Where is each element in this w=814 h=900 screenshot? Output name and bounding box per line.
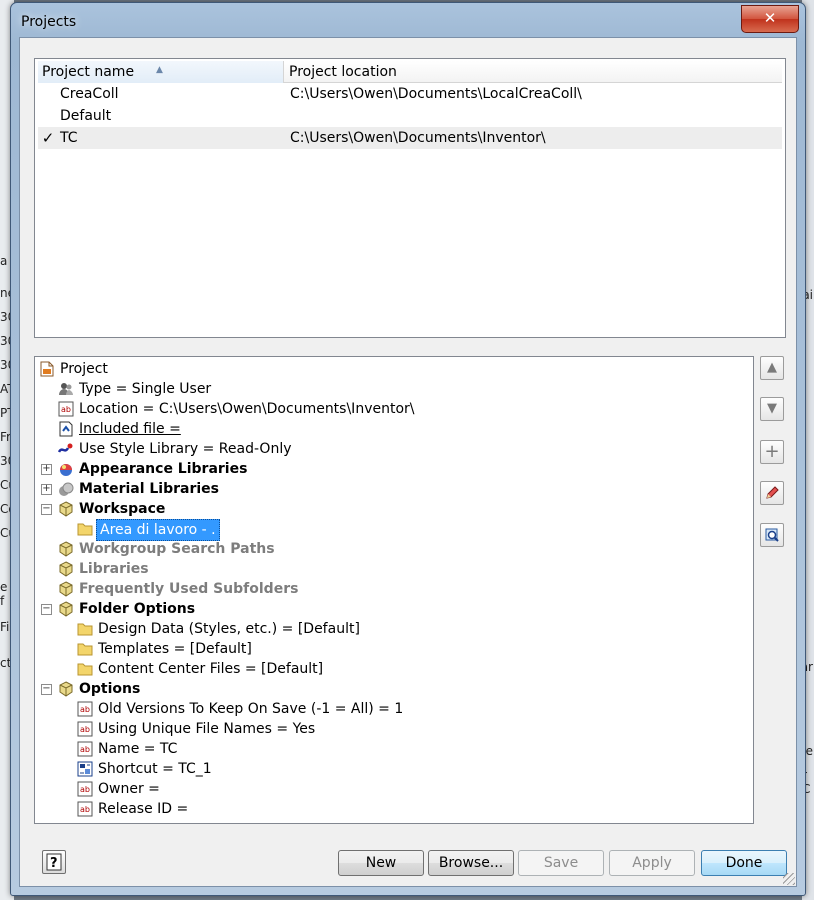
material-library-icon [59, 482, 74, 496]
user-type-icon [59, 383, 73, 395]
text-field-icon: ab [77, 801, 93, 817]
svg-text:ab: ab [80, 785, 90, 794]
resize-grip[interactable] [783, 873, 795, 885]
tree-label: Workspace [79, 501, 166, 517]
svg-text:ab: ab [80, 705, 90, 714]
cube-folder-icon [59, 581, 73, 597]
expand-appearance-libraries[interactable]: + [41, 464, 52, 475]
project-row[interactable]: Default [38, 105, 782, 127]
browse-path-button[interactable] [760, 523, 784, 547]
svg-text:ab: ab [80, 745, 90, 754]
text-field-icon: ab [77, 701, 93, 717]
collapse-workspace[interactable]: − [41, 504, 52, 515]
browse-button[interactable]: Browse... [428, 850, 514, 876]
collapse-folder-options[interactable]: − [41, 604, 52, 615]
tree-label: Owner = [98, 781, 160, 797]
column-header-project-name[interactable]: Project name ▲ [38, 61, 284, 83]
cube-folder-icon [59, 541, 73, 557]
column-header-label: Project location [289, 64, 397, 80]
title-bar[interactable]: Projects ✕ [11, 3, 805, 41]
text-field-icon: ab [77, 741, 93, 757]
folder-icon [77, 643, 93, 656]
tree-label: Name = TC [98, 741, 178, 757]
expand-material-libraries[interactable]: + [41, 484, 52, 495]
included-file-icon [59, 421, 73, 437]
folder-icon [77, 523, 93, 536]
apply-button[interactable]: Apply [609, 850, 695, 876]
arrow-down-icon: ▼ [767, 401, 777, 416]
tree-label: Shortcut = TC_1 [98, 761, 212, 777]
help-icon: ? [46, 853, 62, 871]
text-field-icon: ab [58, 401, 74, 417]
close-button[interactable]: ✕ [741, 5, 799, 33]
active-project-check-icon: ✓ [41, 129, 55, 147]
svg-text:ab: ab [61, 405, 71, 414]
project-list[interactable]: Project name ▲ Project location CreaColl… [34, 58, 786, 338]
tree-label: Options [79, 681, 141, 697]
dialog-client-area: Project name ▲ Project location CreaColl… [19, 37, 797, 887]
tree-label: Included file = [79, 421, 181, 437]
tree-label: Folder Options [79, 601, 196, 617]
text-field-icon: ab [77, 781, 93, 797]
collapse-options[interactable]: − [41, 684, 52, 695]
project-row[interactable]: CreaColl C:\Users\Owen\Documents\LocalCr… [38, 83, 782, 105]
project-name-cell: CreaColl [60, 86, 119, 102]
svg-text:ab: ab [80, 805, 90, 814]
appearance-library-icon [60, 464, 72, 476]
tree-label: Use Style Library = Read-Only [79, 441, 292, 457]
folder-icon [77, 623, 93, 636]
column-header-project-location[interactable]: Project location [285, 61, 782, 83]
move-up-button[interactable]: ▲ [760, 356, 784, 380]
column-header-label: Project name [42, 64, 135, 80]
project-file-icon [40, 361, 54, 377]
project-list-header: Project name ▲ Project location [38, 61, 782, 83]
style-library-icon [58, 443, 73, 453]
project-location-cell: C:\Users\Owen\Documents\LocalCreaColl\ [290, 86, 582, 102]
tree-label: Frequently Used Subfolders [79, 581, 299, 597]
folder-icon [77, 663, 93, 676]
project-name-cell: Default [60, 108, 112, 124]
text-field-icon: ab [77, 721, 93, 737]
tree-label: Templates = [Default] [98, 641, 252, 657]
cube-folder-icon [59, 501, 73, 517]
tree-label: Type = Single User [79, 381, 212, 397]
add-path-button[interactable]: + [760, 440, 784, 464]
tree-label: Workgroup Search Paths [79, 541, 275, 557]
tree-label: Project [60, 361, 108, 377]
shortcut-icon [77, 761, 93, 777]
pencil-icon [766, 486, 779, 499]
cube-folder-icon [59, 601, 73, 617]
project-location-cell: C:\Users\Owen\Documents\Inventor\ [290, 130, 546, 146]
new-button[interactable]: New [338, 850, 424, 876]
project-row-active[interactable]: ✓ TC C:\Users\Owen\Documents\Inventor\ [38, 127, 782, 149]
tree-label: Appearance Libraries [79, 461, 248, 477]
edit-button[interactable] [760, 481, 784, 505]
cube-folder-icon [59, 561, 73, 577]
tree-label: Content Center Files = [Default] [98, 661, 324, 677]
svg-text:?: ? [50, 856, 58, 871]
arrow-up-icon: ▲ [767, 360, 777, 375]
tree-label: Old Versions To Keep On Save (-1 = All) … [98, 701, 404, 717]
tree-label: Libraries [79, 561, 149, 577]
svg-text:ab: ab [80, 725, 90, 734]
help-button[interactable]: ? [42, 850, 66, 874]
magnifier-icon [765, 528, 779, 542]
done-button[interactable]: Done [701, 850, 787, 876]
plus-icon: + [764, 441, 780, 462]
cube-folder-icon [59, 681, 73, 697]
tree-label: Using Unique File Names = Yes [98, 721, 316, 737]
tree-label: Material Libraries [79, 481, 220, 497]
bg-text-fragment: a [0, 254, 8, 268]
save-button[interactable]: Save [518, 850, 604, 876]
sort-ascending-icon: ▲ [156, 65, 163, 75]
move-down-button[interactable]: ▼ [760, 397, 784, 421]
tree-label: Location = C:\Users\Owen\Documents\Inven… [79, 401, 415, 417]
project-settings-tree[interactable]: Project Type = Single User ab Location =… [34, 356, 754, 824]
tree-label: Release ID = [98, 801, 189, 817]
projects-dialog: Projects ✕ Project name ▲ Project locati… [10, 2, 806, 896]
tree-label: Design Data (Styles, etc.) = [Default] [98, 621, 360, 637]
tree-label-selected[interactable]: Area di lavoro - . [96, 519, 220, 541]
window-title: Projects [21, 14, 77, 30]
project-name-cell: TC [60, 130, 78, 146]
